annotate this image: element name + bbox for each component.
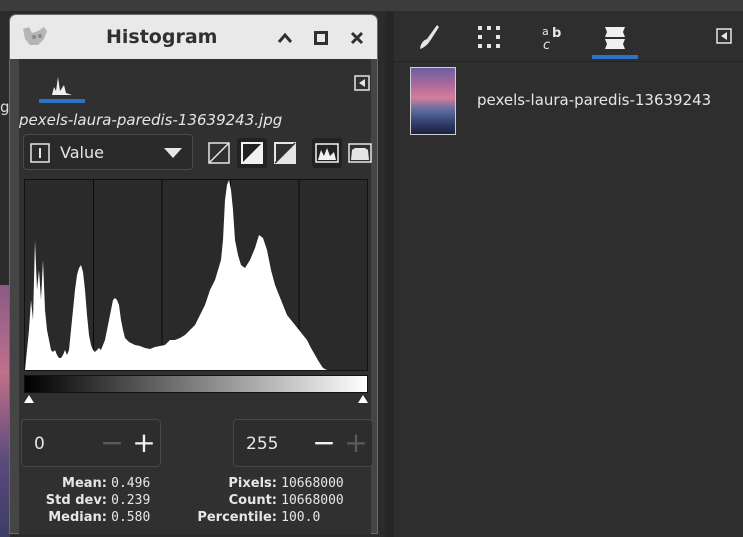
histogram-graph [25, 180, 327, 370]
stats-right: Pixels: 10668000 Count: 10668000 Percent… [177, 475, 344, 526]
svg-text:a: a [542, 25, 549, 38]
count-label: Count: [228, 493, 277, 508]
linear-histogram-button[interactable] [312, 138, 342, 168]
pixels-value: 10668000 [281, 476, 344, 491]
dialog-titlebar[interactable]: Histogram [10, 15, 377, 59]
close-button[interactable] [346, 27, 368, 49]
pixels-label: Pixels: [228, 476, 277, 491]
tab-brushes[interactable] [407, 19, 451, 55]
log-histogram-button[interactable] [345, 138, 375, 168]
right-dock: a b c pexels-laura-paredis-13639243 [394, 11, 743, 537]
range-end-value[interactable]: 255 [246, 434, 278, 454]
count-value: 10668000 [281, 493, 344, 508]
histogram-icon [52, 77, 72, 95]
value-gradient-bar [24, 375, 368, 393]
active-dock-tab-indicator [592, 55, 638, 59]
range-start-handle[interactable] [24, 395, 34, 403]
median-value: 0.580 [111, 510, 151, 525]
tab-histogram[interactable] [38, 65, 86, 103]
layers-icon [605, 27, 625, 49]
range-end-spinner[interactable]: 255 − + [233, 419, 373, 467]
range-start-decrement-button[interactable]: − [96, 420, 128, 466]
channel-label: Value [60, 143, 104, 162]
linear-range-button[interactable] [204, 138, 234, 168]
tab-menu-icon[interactable] [354, 75, 370, 91]
range-end-increment-button[interactable]: + [340, 420, 372, 466]
dialog-title: Histogram [106, 26, 218, 48]
percentile-label: Percentile: [197, 510, 277, 525]
brushes-icon [420, 25, 439, 49]
percentile-value: 100.0 [281, 510, 321, 525]
range-start-increment-button[interactable]: + [128, 420, 160, 466]
value-channel-icon [30, 143, 50, 163]
text-icon: a b c [542, 25, 561, 51]
maximize-button[interactable] [310, 27, 332, 49]
histogram-panel: pexels-laura-paredis-13639243.jpg Value [19, 59, 373, 535]
range-start-value[interactable]: 0 [34, 434, 45, 454]
perceptual-curve-icon [241, 142, 263, 164]
range-end-handle[interactable] [358, 395, 368, 403]
range-end-decrement-button[interactable]: − [308, 420, 340, 466]
gimp-logo-icon [23, 27, 47, 45]
diagonal-curve-icon [274, 142, 296, 164]
tab-selection[interactable] [467, 19, 511, 55]
channel-select[interactable]: Value [23, 134, 193, 170]
log-histogram-icon [348, 143, 372, 163]
mean-value: 0.496 [111, 476, 151, 491]
range-start-spinner[interactable]: 0 − + [21, 419, 161, 467]
linear-curve-icon [208, 142, 230, 164]
image-list-item[interactable]: pexels-laura-paredis-13639243 [410, 67, 743, 137]
dock-tab-bar: a b c [394, 11, 743, 62]
image-thumbnail[interactable] [410, 67, 456, 135]
svg-text:b: b [552, 26, 561, 41]
selection-icon [478, 26, 500, 48]
image-name: pexels-laura-paredis-13639243 [477, 91, 712, 109]
linear-view-button[interactable] [270, 138, 300, 168]
histogram-plot[interactable] [24, 179, 368, 371]
perceptual-range-button[interactable] [237, 138, 267, 168]
svg-text:c: c [543, 38, 550, 51]
top-strip [0, 0, 743, 11]
active-tab-indicator [39, 99, 85, 103]
dock-menu-icon[interactable] [716, 28, 732, 44]
linear-histogram-icon [315, 143, 339, 163]
close-icon [350, 31, 364, 45]
maximize-icon [314, 31, 328, 45]
histogram-dialog: Histogram pexels-laura-paredis-13639243.… [9, 14, 378, 535]
tab-layers[interactable] [593, 19, 637, 55]
stddev-label: Std dev: [45, 493, 107, 508]
image-filename: pexels-laura-paredis-13639243.jpg [19, 111, 283, 129]
median-label: Median: [48, 510, 107, 525]
histogram-area [25, 180, 327, 370]
chevron-down-icon [164, 148, 182, 158]
dock-separator[interactable] [386, 11, 394, 537]
stats-left: Mean: 0.496 Std dev: 0.239 Median: 0.580 [19, 475, 151, 526]
stddev-value: 0.239 [111, 493, 151, 508]
minimize-button[interactable] [274, 27, 296, 49]
chevron-up-icon [277, 32, 293, 43]
tab-text[interactable]: a b c [533, 19, 577, 55]
mean-label: Mean: [62, 476, 107, 491]
